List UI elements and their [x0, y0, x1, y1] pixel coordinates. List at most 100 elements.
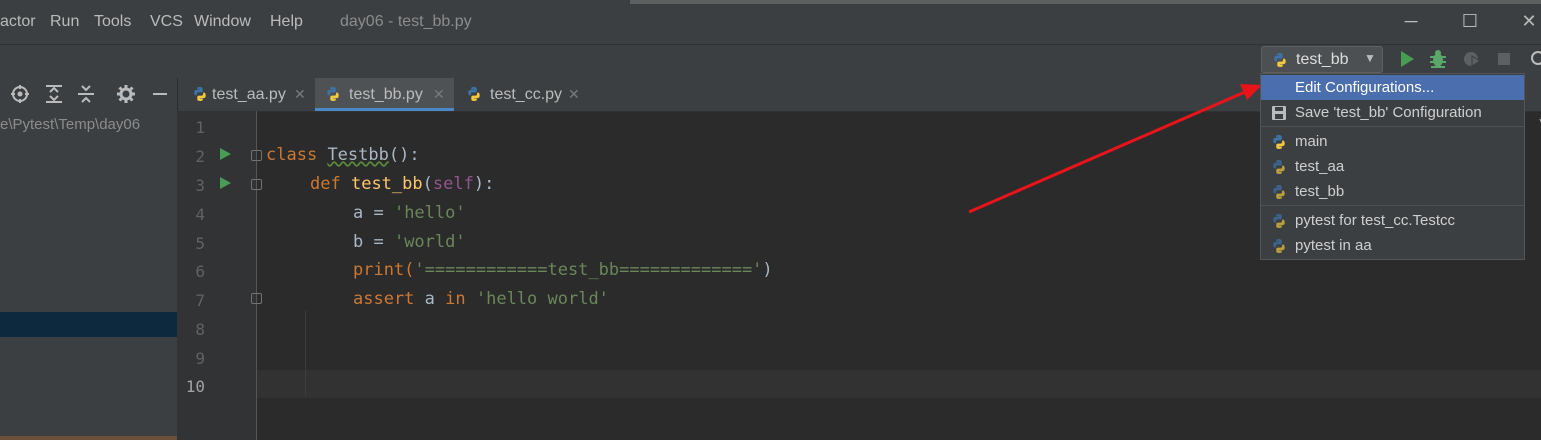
code-line-5[interactable]: b = 'world' — [353, 232, 466, 252]
builtin-function: print( — [353, 260, 415, 280]
class-name: Testbb — [327, 145, 389, 165]
menu-item-save-configuration[interactable]: Save 'test_bb' Configuration — [1261, 100, 1524, 125]
code-line-6[interactable]: print('============test_bb============='… — [353, 260, 773, 280]
python-file-icon — [466, 86, 482, 102]
python-icon — [1271, 184, 1287, 200]
python-icon — [1272, 52, 1288, 68]
menu-run[interactable]: Run — [50, 13, 79, 31]
menu-refactor[interactable]: actor — [0, 13, 36, 31]
menu-item-label: main — [1295, 133, 1328, 150]
line-number: 5 — [195, 234, 205, 253]
keyword: def — [310, 174, 341, 194]
line-number: 7 — [195, 291, 205, 310]
code-text: a — [414, 289, 446, 309]
run-config-label: test_bb — [1296, 51, 1349, 68]
maximize-window-icon[interactable]: ☐ — [1459, 10, 1481, 32]
close-window-icon[interactable]: ✕ — [1518, 10, 1540, 32]
stop-icon[interactable] — [1493, 48, 1515, 70]
project-panel — [0, 111, 177, 440]
code-line-3[interactable]: def test_bb(self): — [310, 174, 494, 194]
run-config-selector[interactable]: test_bb ▼ — [1261, 46, 1383, 73]
tab-label: test_cc.py — [490, 86, 563, 103]
menu-window[interactable]: Window — [194, 13, 251, 31]
pytest-icon — [1271, 213, 1287, 229]
menu-item-test-aa[interactable]: test_aa — [1261, 154, 1524, 179]
window-title: day06 - test_bb.py — [340, 13, 472, 30]
title-strip — [630, 0, 1541, 4]
close-tab-icon[interactable]: ✕ — [433, 86, 445, 103]
python-icon — [1271, 159, 1287, 175]
tab-test-bb[interactable]: test_bb.py ✕ — [315, 78, 454, 111]
code-line-7[interactable]: assert a in 'hello world' — [353, 289, 609, 309]
line-number: 4 — [195, 205, 205, 224]
code-text: b = — [353, 232, 394, 252]
run-icon[interactable] — [1396, 48, 1418, 70]
line-number: 8 — [195, 320, 205, 339]
chevron-down-icon[interactable]: ▼ — [1537, 115, 1541, 129]
project-panel-bottom-strip — [0, 436, 177, 440]
menu-item-main[interactable]: main — [1261, 129, 1524, 154]
menu-item-label: pytest for test_cc.Testcc — [1295, 212, 1456, 229]
close-tab-icon[interactable]: ✕ — [568, 86, 580, 103]
menu-item-label: test_bb — [1295, 183, 1345, 200]
line-number-current: 10 — [185, 377, 205, 396]
menu-separator — [1261, 205, 1524, 206]
menu-item-label: Edit Configurations... — [1295, 79, 1435, 96]
code-text: ): — [473, 174, 495, 194]
line-number: 2 — [195, 147, 205, 166]
code-text: ( — [422, 174, 433, 194]
code-line-4[interactable]: a = 'hello' — [353, 203, 466, 223]
run-config-dropdown: Edit Configurations... Save 'test_bb' Co… — [1260, 73, 1525, 260]
menu-item-test-bb[interactable]: test_bb — [1261, 179, 1524, 204]
python-file-icon — [325, 86, 341, 102]
string-literal: '============test_bb=============' — [414, 260, 763, 280]
string-literal: 'world' — [393, 232, 466, 252]
menu-item-label: pytest in aa — [1295, 237, 1372, 254]
function-name: test_bb — [350, 174, 423, 194]
fold-marker-icon[interactable] — [251, 150, 262, 161]
menu-help[interactable]: Help — [270, 13, 303, 31]
line-number: 3 — [195, 176, 205, 195]
keyword: class — [266, 145, 318, 165]
chevron-down-icon: ▼ — [1364, 51, 1376, 65]
string-literal: 'hello world' — [465, 289, 609, 309]
python-icon — [1271, 134, 1287, 150]
run-test-gutter-icon[interactable] — [220, 148, 231, 160]
string-literal: 'hello' — [393, 203, 466, 223]
code-text: ) — [762, 260, 773, 280]
line-number: 6 — [195, 262, 205, 281]
search-icon[interactable] — [1527, 48, 1541, 70]
save-icon — [1272, 106, 1286, 120]
coverage-icon[interactable] — [1461, 48, 1483, 70]
menu-vcs[interactable]: VCS — [150, 13, 183, 31]
tab-test-aa[interactable]: test_aa.py ✕ — [182, 78, 310, 111]
tab-test-cc[interactable]: test_cc.py ✕ — [456, 78, 586, 111]
gear-icon[interactable] — [116, 84, 136, 104]
target-icon[interactable] — [10, 84, 30, 104]
close-tab-icon[interactable]: ✕ — [294, 86, 306, 103]
project-selected-row[interactable] — [0, 312, 177, 337]
keyword: assert — [353, 289, 415, 309]
menu-item-label: Save 'test_bb' Configuration — [1295, 104, 1482, 121]
python-file-icon — [192, 86, 208, 102]
menu-tools[interactable]: Tools — [94, 13, 131, 31]
indent-guide — [305, 311, 306, 396]
code-line-2[interactable]: class Testbb(): — [266, 145, 420, 165]
menu-item-pytest-aa[interactable]: pytest in aa — [1261, 233, 1524, 258]
fold-marker-icon[interactable] — [251, 293, 262, 304]
tab-label: test_bb.py — [349, 86, 423, 103]
debug-icon[interactable] — [1427, 48, 1449, 70]
minimize-panel-icon[interactable] — [150, 84, 170, 104]
menu-item-pytest-testcc[interactable]: pytest for test_cc.Testcc — [1261, 208, 1524, 233]
fold-marker-icon[interactable] — [251, 179, 262, 190]
minimize-window-icon[interactable]: ─ — [1400, 10, 1422, 32]
expand-all-icon[interactable] — [44, 84, 64, 104]
project-root-path[interactable]: e\Pytest\Temp\day06 — [0, 116, 140, 133]
tab-label: test_aa.py — [212, 86, 286, 103]
current-line-highlight — [257, 370, 1541, 398]
line-number: 9 — [195, 349, 205, 368]
menu-item-edit-configurations[interactable]: Edit Configurations... — [1261, 75, 1524, 100]
collapse-all-icon[interactable] — [76, 84, 96, 104]
run-test-gutter-icon[interactable] — [220, 177, 231, 189]
code-text: (): — [388, 145, 420, 165]
